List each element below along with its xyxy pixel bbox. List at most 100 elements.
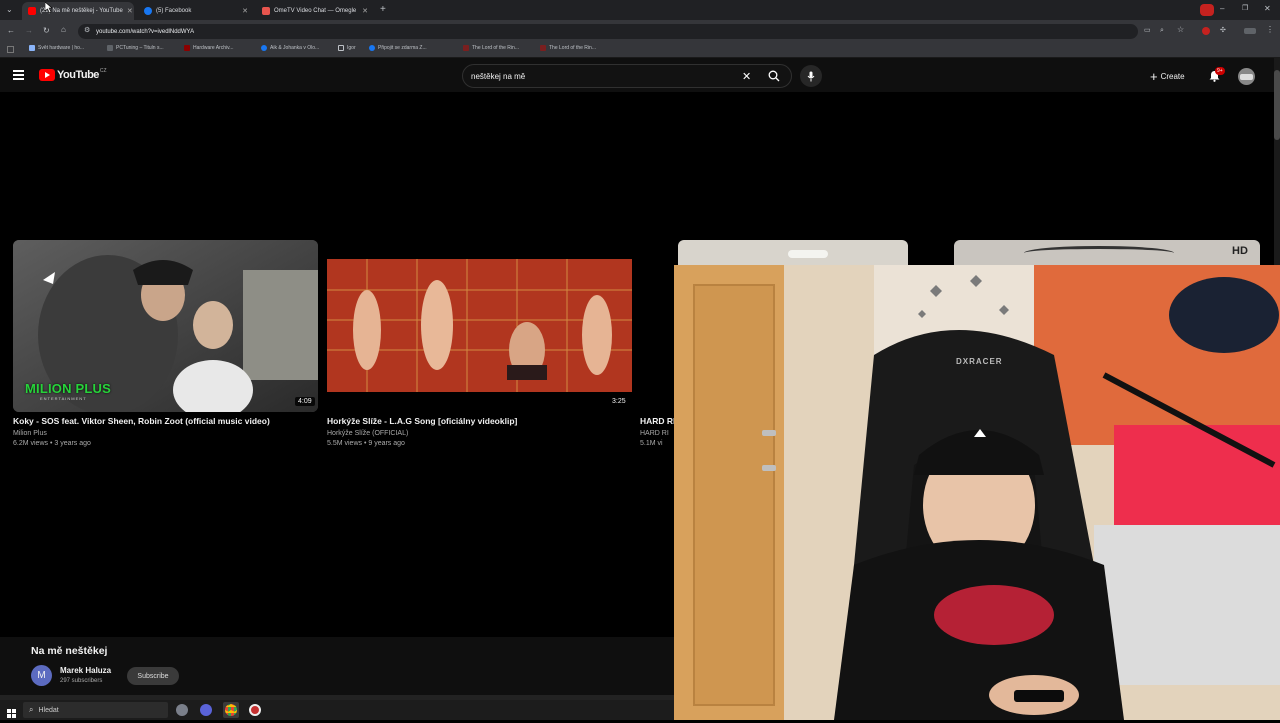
channel-link[interactable]: HARD RI xyxy=(640,429,674,439)
taskbar-app-icon[interactable] xyxy=(200,704,212,716)
apps-icon[interactable] xyxy=(7,46,14,53)
youtube-favicon-icon xyxy=(28,7,36,15)
bookmark-favicon-icon xyxy=(184,45,190,51)
video-meta: 5.5M views • 9 years ago xyxy=(327,440,405,447)
site-info-icon[interactable]: ⚙ xyxy=(84,27,90,34)
facebook-favicon-icon xyxy=(144,7,152,15)
webcam-image xyxy=(674,265,1280,720)
mouse-cursor-icon xyxy=(44,0,53,18)
close-tab-icon[interactable]: ✕ xyxy=(358,7,368,15)
chrome-icon xyxy=(225,704,237,716)
cast-icon[interactable]: ▭ xyxy=(1144,27,1151,34)
video-title-link[interactable]: HARD RI xyxy=(640,416,674,426)
subscriber-count: 297 subscribers xyxy=(60,678,103,684)
search-icon xyxy=(768,70,780,82)
recording-indicator-icon xyxy=(1200,4,1214,16)
browser-menu-icon[interactable]: ⋮ xyxy=(1266,26,1274,34)
bookmark-favicon-icon xyxy=(29,45,35,51)
video-meta: 6.2M views • 3 years ago xyxy=(13,440,91,447)
extension-icon[interactable] xyxy=(1202,27,1210,35)
tab-search-icon[interactable]: ⌄ xyxy=(6,6,13,14)
logo-text: YouTube xyxy=(57,69,99,81)
close-tab-icon[interactable]: ✕ xyxy=(123,7,133,15)
video-title-link[interactable]: Koky - SOS feat. Viktor Sheen, Robin Zoo… xyxy=(13,416,318,426)
home-icon[interactable]: ⌂ xyxy=(61,26,66,34)
taskbar-app-icon[interactable] xyxy=(249,704,261,716)
bookmark-item[interactable]: PCTuning – Tituln s... xyxy=(107,45,164,51)
video-duration: 3:25 xyxy=(609,397,629,406)
tab-youtube[interactable]: (22) Na mě neštěkej - YouTube ✕ xyxy=(22,2,134,20)
forward-icon[interactable]: → xyxy=(25,27,33,35)
thumbnail-brand-text: MILION PLUS xyxy=(25,381,111,396)
bookmark-item[interactable]: The Lord of the Rin... xyxy=(463,45,519,51)
clear-search-icon[interactable]: ✕ xyxy=(742,70,751,83)
bookmark-item[interactable]: The Lord of the Rin... xyxy=(540,45,596,51)
search-button[interactable] xyxy=(762,64,786,88)
video-title: Na mě neštěkej xyxy=(31,645,108,657)
taskbar-search-input[interactable]: ⌕ Hledat xyxy=(23,702,168,718)
profile-icon[interactable] xyxy=(1244,28,1256,34)
webcam-overlay: DXRACER xyxy=(674,265,1280,720)
avatar[interactable] xyxy=(1238,68,1255,85)
new-tab-button[interactable]: + xyxy=(380,5,386,15)
voice-search-button[interactable] xyxy=(800,65,822,87)
windows-start-icon[interactable] xyxy=(7,705,16,718)
bookmark-item[interactable]: Igor xyxy=(338,45,356,51)
close-tab-icon[interactable]: ✕ xyxy=(238,7,248,15)
thumbnail-image xyxy=(788,250,828,258)
bookmark-favicon-icon xyxy=(369,45,375,51)
bookmark-item[interactable]: Hardware Archiv... xyxy=(184,45,233,51)
microphone-icon xyxy=(807,71,815,81)
taskbar-app-icon[interactable] xyxy=(176,704,188,716)
channel-avatar[interactable]: M xyxy=(31,665,52,686)
reload-icon[interactable]: ↻ xyxy=(43,27,50,35)
url-text: youtube.com/watch?v=ivedlNddWYA xyxy=(96,28,195,35)
thumbnail-brand-subtext: ENTERTAINMENT xyxy=(40,396,87,401)
bookmark-item[interactable]: Připojit se zdarma Z... xyxy=(369,45,427,51)
country-badge: CZ xyxy=(99,68,107,74)
tab-facebook[interactable]: (5) Facebook ✕ xyxy=(138,2,254,20)
bookmark-item[interactable]: Aik & Johanka v Olo... xyxy=(261,45,319,51)
url-field[interactable]: youtube.com/watch?v=ivedlNddWYA xyxy=(78,24,1138,39)
bookmark-favicon-icon xyxy=(107,45,113,51)
video-thumbnail[interactable] xyxy=(327,240,632,412)
video-duration: 4:09 xyxy=(295,397,315,406)
hamburger-menu-icon[interactable] xyxy=(13,70,24,80)
taskbar-chrome-button[interactable] xyxy=(223,702,239,718)
plus-icon: + xyxy=(1150,68,1158,84)
extensions-puzzle-icon[interactable]: ✣ xyxy=(1220,27,1226,34)
video-title-link[interactable]: Horkýže Slíže - L.A.G Song [oficiálny vi… xyxy=(327,416,632,426)
video-thumbnail[interactable] xyxy=(954,240,1260,265)
subscribe-button[interactable]: Subscribe xyxy=(127,667,179,685)
search-icon: ⌕ xyxy=(29,705,34,714)
folder-icon xyxy=(338,45,344,51)
avatar-image xyxy=(1240,74,1253,80)
bookmark-star-icon[interactable]: ☆ xyxy=(1177,26,1184,34)
channel-link[interactable]: Milion Plus xyxy=(13,429,47,439)
tab-ometv[interactable]: OmeTV Video Chat — Omegle ✕ xyxy=(256,2,374,20)
tab-title: OmeTV Video Chat — Omegle xyxy=(274,8,357,14)
bookmark-item[interactable]: Svět hardware | ho... xyxy=(29,45,84,51)
chair-brand-text: DXRACER xyxy=(956,357,1003,366)
video-meta: 5.1M vi xyxy=(640,440,663,447)
video-thumbnail[interactable] xyxy=(678,240,908,265)
zoom-icon[interactable]: ⌕ xyxy=(1160,27,1164,34)
scrollbar-thumb[interactable] xyxy=(1274,70,1280,140)
minimize-icon[interactable]: – xyxy=(1220,5,1224,13)
back-icon[interactable]: ← xyxy=(7,27,15,35)
thumbnail-image xyxy=(1024,246,1174,260)
bookmark-favicon-icon xyxy=(540,45,546,51)
youtube-logo[interactable]: YouTube CZ xyxy=(39,68,107,81)
close-window-icon[interactable]: ✕ xyxy=(1264,5,1271,13)
bookmark-favicon-icon xyxy=(463,45,469,51)
hd-badge: HD xyxy=(1232,245,1248,257)
create-button[interactable]: + Create xyxy=(1150,67,1185,85)
channel-name-link[interactable]: Marek Haluza xyxy=(60,666,111,675)
channel-link[interactable]: Horkýže Slíže (OFFICIAL) xyxy=(327,429,408,439)
restore-icon[interactable]: ❐ xyxy=(1242,5,1248,12)
youtube-play-logo-icon xyxy=(39,69,55,81)
thumbnail-image xyxy=(327,240,632,412)
tab-title: (5) Facebook xyxy=(156,8,192,14)
ometv-favicon-icon xyxy=(262,7,270,15)
notification-count-badge: 9+ xyxy=(1215,67,1225,75)
